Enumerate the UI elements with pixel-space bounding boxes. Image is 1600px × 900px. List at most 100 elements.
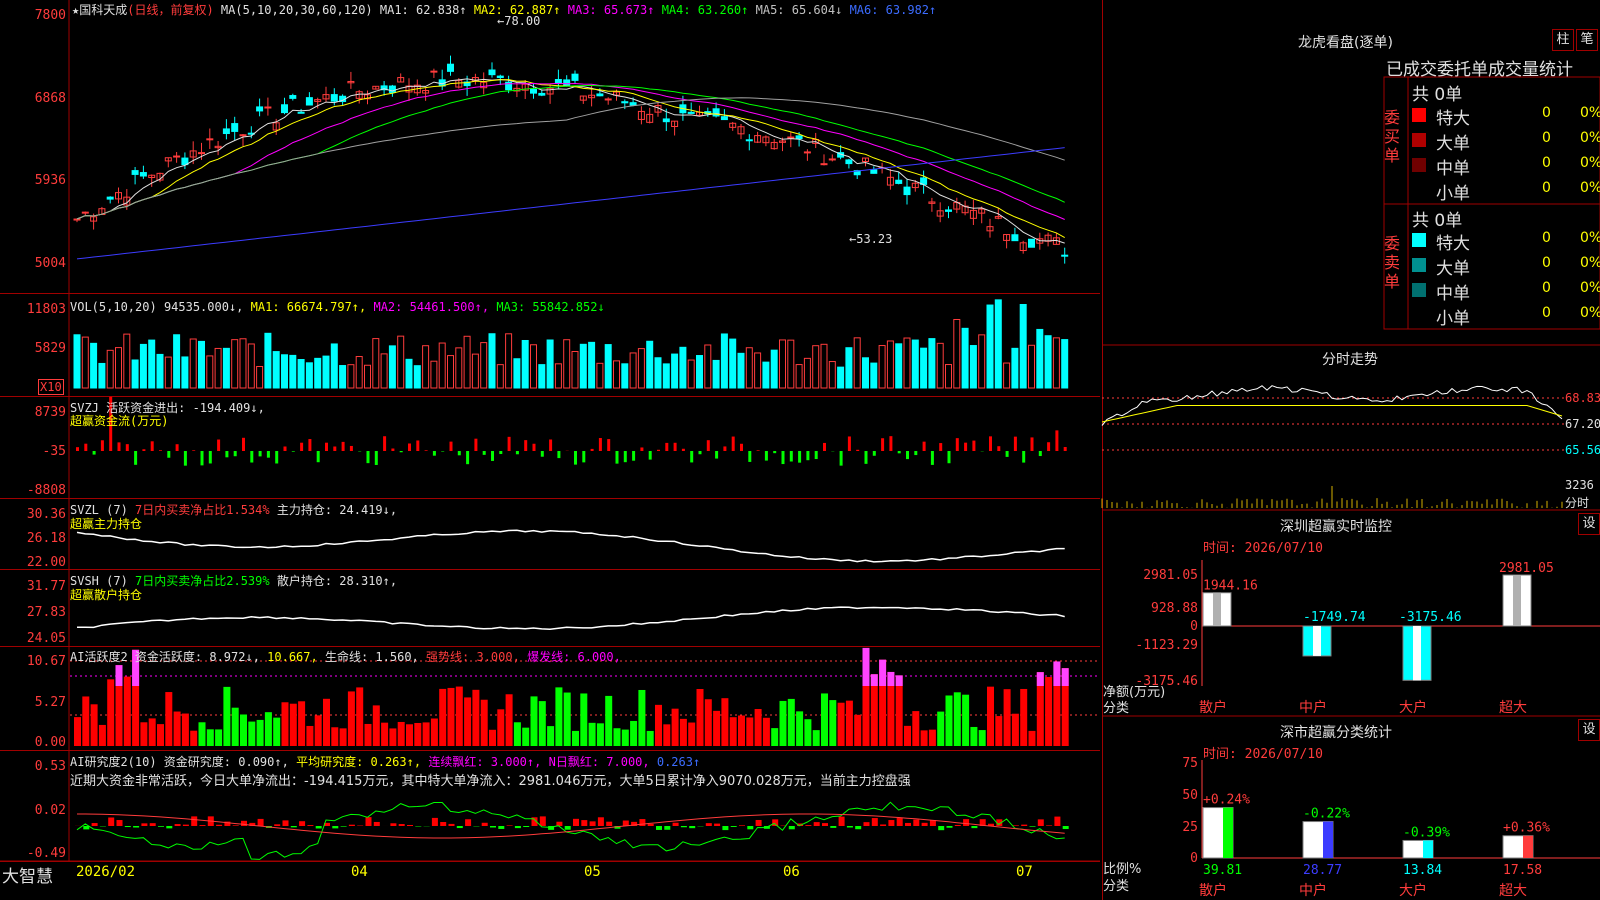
svzj-bar <box>906 451 909 460</box>
research-bar <box>1021 824 1028 826</box>
svzl-sub: 超赢主力持仓 <box>70 517 143 531</box>
svzj-bar <box>275 451 279 464</box>
ma6-value: MA6: 63.982↑ <box>849 3 937 17</box>
sell-side-label: 委卖单 <box>1384 234 1401 291</box>
volume-bar <box>73 334 81 389</box>
volume-bar <box>646 340 654 389</box>
svzj-bar <box>150 441 154 451</box>
lhb-row-pct: 0% <box>1580 230 1600 246</box>
research-bar <box>888 820 895 826</box>
tick-mode-button[interactable]: 笔 <box>1576 29 1598 51</box>
research-bar <box>871 818 878 826</box>
research-bar <box>307 825 314 826</box>
candle-body <box>1028 238 1035 248</box>
volume-bar <box>471 353 479 389</box>
volume-bar <box>895 343 903 389</box>
lhb-title: 龙虎看盘(逐单) <box>1298 35 1393 51</box>
classify-settings-button[interactable]: 设 <box>1578 719 1600 741</box>
research-bar <box>1012 825 1019 826</box>
activity-bar <box>572 730 579 746</box>
research-bar <box>539 816 546 826</box>
date-label-2: 05 <box>584 864 601 880</box>
ma1-value: MA1: 62.838↑ <box>379 3 467 17</box>
volume-bar <box>986 304 994 389</box>
candle-body <box>720 116 728 121</box>
volume-bar <box>98 362 106 389</box>
activity-bar <box>713 710 721 746</box>
research-bar <box>282 820 289 826</box>
volume-bar <box>853 337 861 389</box>
activity-bar <box>331 727 339 746</box>
vol-ma2: MA2: 54461.500↑, <box>373 300 490 314</box>
svzj-bar <box>673 442 677 451</box>
candle-body <box>131 170 139 175</box>
volume-bar <box>388 345 396 389</box>
volume-bar <box>297 359 305 389</box>
research-bar <box>481 822 488 826</box>
volume-bar <box>696 355 703 389</box>
volume-bar <box>247 343 255 389</box>
svzj-bar <box>532 443 536 451</box>
research-bar <box>158 826 164 827</box>
ai1-axis-1: 5.27 <box>34 695 66 710</box>
activity-bar <box>613 728 621 746</box>
bar-mode-button[interactable]: 柱 <box>1552 29 1574 51</box>
volume-bar <box>314 357 322 389</box>
activity-bar <box>995 716 1003 746</box>
lhb-row-name: 小单 <box>1436 309 1470 329</box>
lhb-swatch <box>1412 283 1426 297</box>
activity-bar <box>306 725 314 746</box>
svzj-bar <box>457 451 461 456</box>
research-bar <box>863 822 870 826</box>
activity-bar <box>563 692 571 746</box>
lhb-swatch <box>1412 183 1426 197</box>
svzj-bar <box>640 447 644 451</box>
volume-bar <box>654 357 662 389</box>
research-bar <box>689 826 696 829</box>
volume-bar <box>1044 335 1052 389</box>
vol-label: VOL(5,10,20) <box>70 300 157 314</box>
volume-bar <box>239 338 247 389</box>
activity-bar <box>646 730 654 746</box>
svzj-bar <box>1030 437 1034 451</box>
lhb-tabs[interactable]: 已成交委托单成交量统计 <box>1386 55 1573 80</box>
svzj-bar <box>798 451 802 463</box>
activity-bar <box>480 699 488 746</box>
activity-bar <box>165 692 173 746</box>
svzj-bar <box>175 444 179 451</box>
activity-peak <box>1053 661 1061 686</box>
stock-name[interactable]: ★国科天成 <box>72 3 127 17</box>
volume-bar <box>928 338 936 389</box>
volume-bar <box>637 348 645 389</box>
activity-bar <box>771 728 779 746</box>
monitor-title: 深圳超赢实时监控 <box>1280 519 1392 535</box>
svzj-bar <box>590 448 594 451</box>
volume-bar <box>687 359 695 389</box>
candle-body <box>488 69 496 76</box>
lhb-row-pct: 0% <box>1580 155 1600 171</box>
svzj-bar <box>922 441 926 451</box>
activity-bar <box>821 693 828 746</box>
fenshi-axis-1: 67.20 <box>1565 417 1600 431</box>
lhb-row-count: 0 <box>1542 105 1551 121</box>
main-axis-0: 7800 <box>34 8 66 23</box>
volume-bar <box>281 354 288 389</box>
volume-bar <box>222 347 230 389</box>
activity-bar <box>356 687 364 746</box>
vol-axis-1: 5829 <box>34 341 66 356</box>
research-bar <box>714 823 721 826</box>
candle-body <box>281 104 288 114</box>
lhb-row-count: 0 <box>1542 180 1551 196</box>
activity-bar <box>812 730 820 746</box>
svsh-axis-2: 24.05 <box>26 631 66 646</box>
ai1-axis-2: 0.00 <box>34 735 66 750</box>
volume-bar <box>870 362 878 389</box>
svzj-bar <box>449 441 453 451</box>
volume-bar <box>953 318 961 389</box>
lhb-row-name: 特大 <box>1436 234 1470 254</box>
svsh-sub: 超赢散户持仓 <box>70 588 143 602</box>
activity-bar <box>505 694 513 746</box>
lhb-row-pct: 0% <box>1580 130 1600 146</box>
candle-body <box>820 163 828 166</box>
monitor-settings-button[interactable]: 设 <box>1578 513 1600 535</box>
